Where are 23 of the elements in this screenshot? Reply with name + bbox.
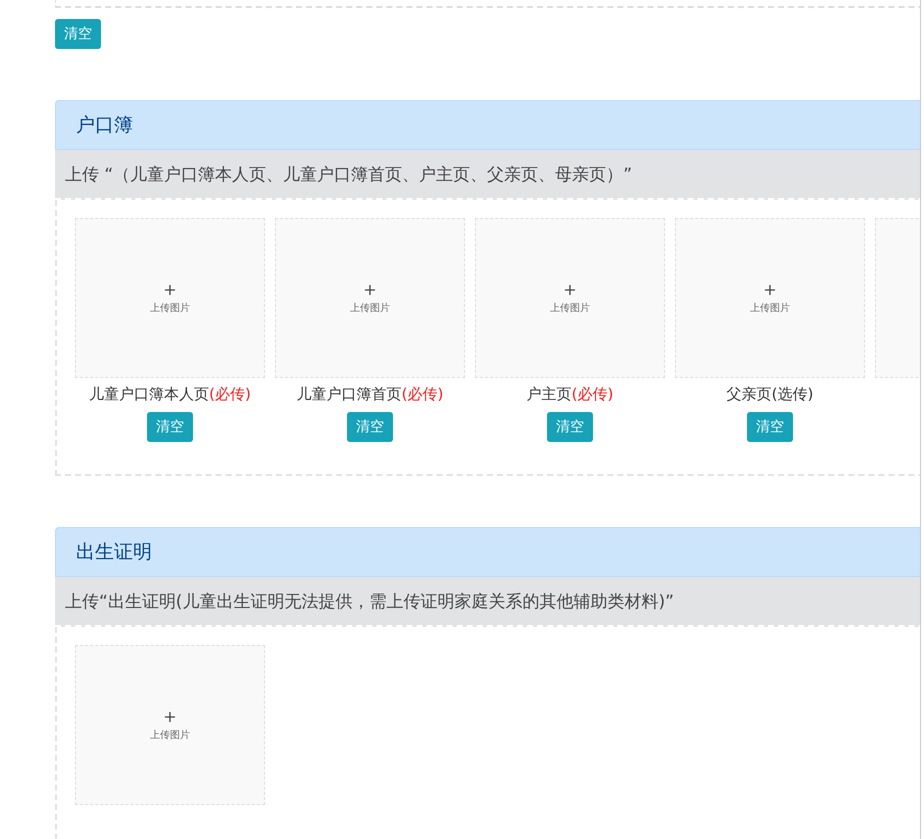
section-header: 出生证明 (55, 527, 920, 577)
upload-area[interactable]: + 上传图片 (275, 218, 465, 378)
upload-instruction: 上传 “（儿童户口簿本人页、儿童户口簿首页、户主页、父亲页、母亲页）” (55, 150, 920, 200)
upload-area[interactable]: + 上传图片 (75, 218, 265, 378)
upload-hint: 上传图片 (750, 302, 790, 315)
tile-label: 儿童户口簿本人页(必传) (89, 385, 251, 404)
upload-area[interactable]: + 上传图片 (475, 218, 665, 378)
plus-icon: + (563, 281, 577, 299)
upload-area[interactable]: + 上传图片 (675, 218, 865, 378)
plus-icon: + (163, 708, 177, 726)
upload-instruction: 上传“出生证明(儿童出生证明无法提供，需上传证明家庭关系的其他辅助类材料)” (55, 577, 920, 627)
section-header: 户口簿 (55, 100, 920, 150)
tile-label: 父亲页(选传) (726, 385, 814, 404)
plus-icon: + (163, 281, 177, 299)
plus-icon: + (763, 281, 777, 299)
upload-hint: 上传图片 (550, 302, 590, 315)
upload-area[interactable]: + 上传图片 (75, 645, 265, 805)
upload-hint: 上传图片 (150, 302, 190, 315)
plus-icon: + (363, 281, 377, 299)
upload-hint: 上传图片 (150, 728, 190, 742)
upload-hint: 上传图片 (350, 302, 390, 315)
tile-label: 户主页(必传) (526, 385, 614, 404)
tile-label: 儿童户口簿首页(必传) (296, 385, 444, 404)
